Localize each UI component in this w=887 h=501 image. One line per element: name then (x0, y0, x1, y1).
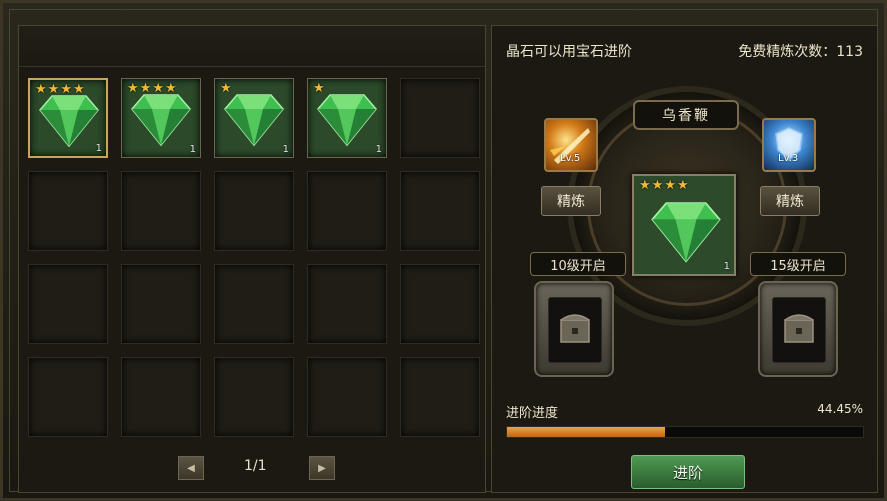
green-gem-icon (224, 94, 284, 147)
star-icon: ★ (60, 82, 72, 97)
left-skill-level: Lv.5 (560, 153, 581, 164)
empty-slot[interactable] (307, 264, 387, 344)
empty-slot[interactable] (400, 78, 480, 158)
gem-count: 1 (375, 144, 382, 155)
green-gem-icon (317, 94, 377, 147)
right-lock-label: 15级开启 (750, 252, 846, 276)
gem-count: 1 (282, 144, 289, 155)
progress-bar (506, 426, 864, 438)
chest-icon (560, 314, 590, 343)
gem-star-rating: ★ (220, 82, 232, 96)
gem-slot[interactable]: ★ 1 (307, 78, 387, 158)
right-skill-level: Lv.3 (778, 153, 799, 164)
star-icon: ★ (313, 81, 325, 96)
progress-value: 44.45% (817, 402, 863, 416)
empty-slot[interactable] (400, 171, 480, 251)
center-gem-count: 1 (723, 261, 730, 272)
star-icon: ★ (47, 82, 60, 97)
star-icon: ★ (35, 82, 47, 97)
star-icon: ★ (639, 178, 651, 193)
empty-slot[interactable] (307, 357, 387, 437)
empty-slot[interactable] (121, 264, 201, 344)
gem-slot[interactable]: ★ 1 (214, 78, 294, 158)
empty-slot[interactable] (121, 171, 201, 251)
star-icon: ★ (152, 81, 164, 96)
gem-star-rating: ★ (313, 82, 325, 96)
star-icon: ★ (664, 178, 676, 193)
gem-star-rating: ★ ★ ★ ★ (127, 82, 177, 96)
left-locked-slot[interactable] (534, 281, 614, 377)
star-icon: ★ (164, 81, 177, 96)
empty-slot[interactable] (28, 171, 108, 251)
empty-slot[interactable] (400, 264, 480, 344)
star-icon: ★ (72, 82, 85, 97)
gem-count: 1 (95, 143, 102, 154)
left-lock-label: 10级开启 (530, 252, 626, 276)
empty-slot[interactable] (307, 171, 387, 251)
gem-star-rating: ★ ★ ★ ★ (639, 179, 689, 193)
empty-slot[interactable] (214, 264, 294, 344)
gem-slot[interactable]: ★ ★ ★ ★ 1 (121, 78, 201, 158)
inventory-header (19, 26, 485, 67)
progress-bar-fill (507, 427, 666, 437)
gem-star-rating: ★ ★ ★ ★ (35, 83, 85, 97)
arrow-right-icon: ▶ (318, 462, 326, 474)
arrow-left-icon: ◀ (187, 462, 195, 474)
empty-slot[interactable] (400, 357, 480, 437)
next-page-button[interactable]: ▶ (309, 456, 335, 480)
pager: ◀ 1/1 ▶ (19, 454, 485, 484)
weapon-name: 乌香鞭 (633, 100, 739, 130)
advance-button[interactable]: 进阶 (631, 455, 745, 489)
empty-slot[interactable] (28, 264, 108, 344)
gem-slot[interactable]: ★ ★ ★ ★ 1 (28, 78, 108, 158)
gem-count: 1 (189, 144, 196, 155)
upgrade-panel: 晶石可以用宝石进阶 免费精炼次数：113 乌香鞭 Lv.5 精炼 Lv.3 精炼… (491, 25, 878, 493)
inventory-grid: ★ ★ ★ ★ 1 ★ ★ ★ ★ 1 ★ 1 ★ 1 (28, 78, 480, 437)
star-icon: ★ (651, 178, 664, 193)
star-icon: ★ (676, 178, 689, 193)
prev-page-button[interactable]: ◀ (178, 456, 204, 480)
star-icon: ★ (139, 81, 152, 96)
shield-skill-icon[interactable]: Lv.3 (762, 118, 816, 172)
empty-slot[interactable] (214, 171, 294, 251)
gem-window: ★ ★ ★ ★ 1 ★ ★ ★ ★ 1 ★ 1 ★ 1 ◀ 1/1 ▶ 晶石可以用宝石进阶 免费精炼次数：… (0, 0, 887, 501)
green-gem-icon (39, 95, 99, 148)
empty-slot[interactable] (214, 357, 294, 437)
right-refine-button[interactable]: 精炼 (760, 186, 820, 216)
left-refine-button[interactable]: 精炼 (541, 186, 601, 216)
info-text: 晶石可以用宝石进阶 (506, 44, 632, 60)
empty-slot[interactable] (28, 357, 108, 437)
green-gem-icon (131, 94, 191, 147)
page-indicator: 1/1 (244, 458, 267, 474)
progress-label: 进阶进度 (506, 406, 559, 421)
green-gem-icon (651, 202, 721, 263)
inventory-panel: ★ ★ ★ ★ 1 ★ ★ ★ ★ 1 ★ 1 ★ 1 ◀ 1/1 ▶ (18, 25, 486, 493)
right-locked-slot[interactable] (758, 281, 838, 377)
star-icon: ★ (127, 81, 139, 96)
slash-skill-icon[interactable]: Lv.5 (544, 118, 598, 172)
empty-slot[interactable] (121, 357, 201, 437)
center-gem-slot[interactable]: ★ ★ ★ ★ 1 (632, 174, 736, 276)
star-icon: ★ (220, 81, 232, 96)
free-refine-count: 免费精炼次数：113 (738, 44, 863, 60)
chest-icon (784, 314, 814, 343)
